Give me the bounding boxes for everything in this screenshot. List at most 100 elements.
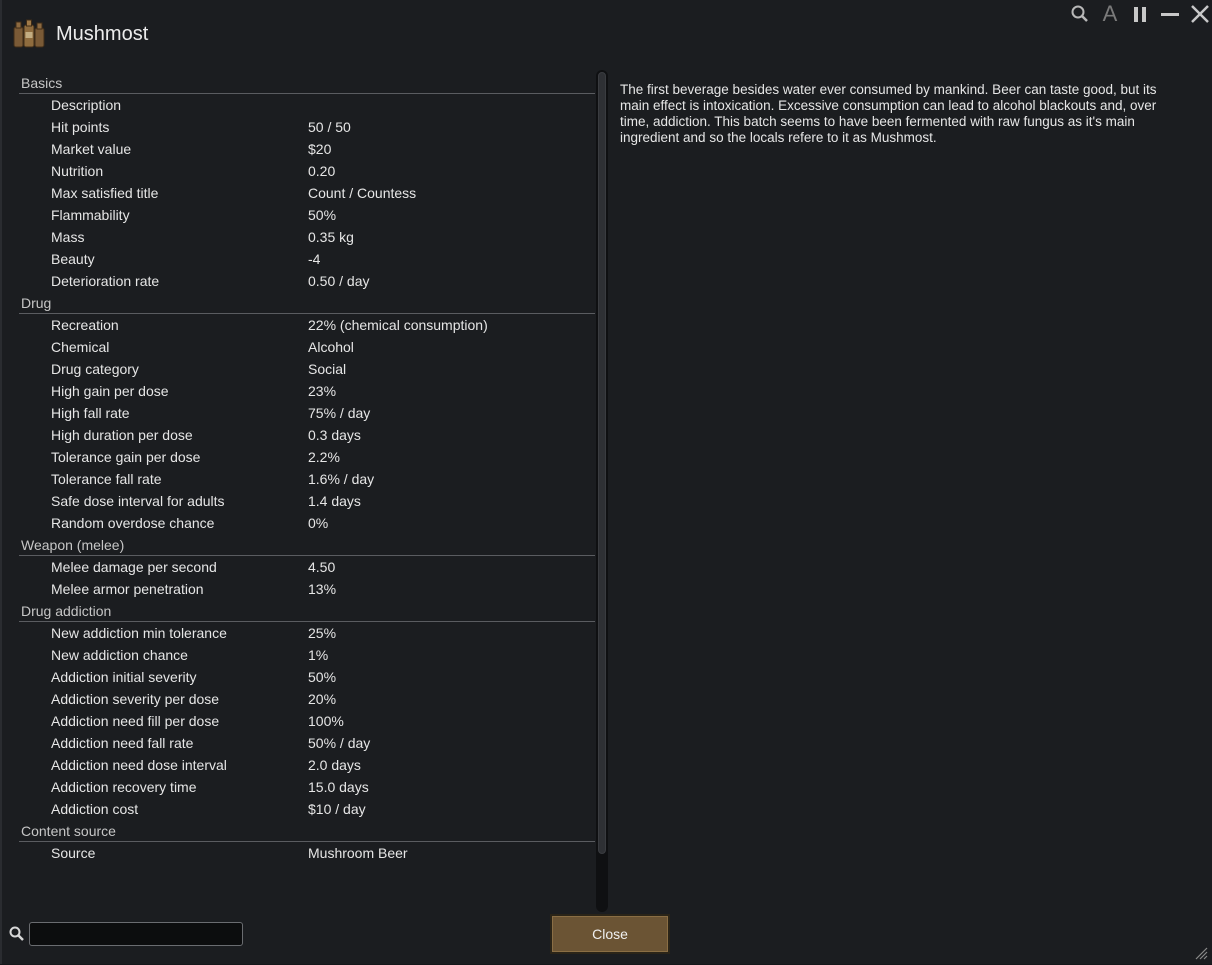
stat-value: 1% xyxy=(308,647,329,663)
stat-row[interactable]: Max satisfied title Count / Countess xyxy=(19,182,595,204)
item-description: The first beverage besides water ever co… xyxy=(620,82,1157,145)
stat-value: 2.2% xyxy=(308,449,340,465)
stat-row[interactable]: New addiction min tolerance 25% xyxy=(19,622,595,644)
search-icon xyxy=(8,925,26,943)
stat-value: Count / Countess xyxy=(308,185,417,201)
stat-row[interactable]: Tolerance fall rate 1.6% / day xyxy=(19,468,595,490)
stat-value: 100% xyxy=(308,713,344,729)
close-icon[interactable] xyxy=(1188,2,1212,26)
stat-row[interactable]: Addiction need fall rate 50% / day xyxy=(19,732,595,754)
stat-row[interactable]: Source Mushroom Beer xyxy=(19,842,595,864)
stat-row[interactable]: Mass 0.35 kg xyxy=(19,226,595,248)
dialog-title: Mushmost xyxy=(56,22,149,45)
resize-grip-icon[interactable] xyxy=(1194,946,1208,960)
stat-label: Mass xyxy=(51,229,85,245)
stat-value: 0.3 days xyxy=(308,427,361,443)
stat-label: Recreation xyxy=(51,317,119,333)
stat-value: 0.50 / day xyxy=(308,273,370,289)
stat-label: Addiction recovery time xyxy=(51,779,197,795)
stat-label: Addiction initial severity xyxy=(51,669,197,685)
stat-row[interactable]: Random overdose chance 0% xyxy=(19,512,595,534)
stat-label: Melee armor penetration xyxy=(51,581,204,597)
stat-row[interactable]: Melee damage per second 4.50 xyxy=(19,556,595,578)
stat-value: 25% xyxy=(308,625,337,641)
stat-label: Addiction need fill per dose xyxy=(51,713,220,729)
section-header: Weapon (melee) xyxy=(19,535,595,556)
stat-value: 0.20 xyxy=(308,163,336,179)
stat-label: Addiction need fall rate xyxy=(51,735,194,751)
stat-row[interactable]: High gain per dose 23% xyxy=(19,380,595,402)
pause-icon[interactable] xyxy=(1128,2,1152,26)
stat-row[interactable]: Addiction cost $10 / day xyxy=(19,798,595,820)
stat-row[interactable]: Drug category Social xyxy=(19,358,595,380)
info-dialog: Mushmost A Basics Description Hit points 50… xyxy=(0,0,1212,964)
stat-label: Max satisfied title xyxy=(51,185,159,201)
stat-row[interactable]: Tolerance gain per dose 2.2% xyxy=(19,446,595,468)
stat-value: 0.35 kg xyxy=(308,229,354,245)
section-header: Drug xyxy=(19,293,595,314)
stat-row[interactable]: Hit points 50 / 50 xyxy=(19,116,595,138)
stat-value: $20 xyxy=(308,141,332,157)
stat-row[interactable]: Safe dose interval for adults 1.4 days xyxy=(19,490,595,512)
stat-row[interactable]: Addiction need fill per dose 100% xyxy=(19,710,595,732)
stat-value: 20% xyxy=(308,691,337,707)
stat-value: 0% xyxy=(308,515,329,531)
stat-label: Description xyxy=(51,97,122,113)
scrollbar-thumb[interactable] xyxy=(598,72,606,854)
search-input[interactable] xyxy=(29,922,243,946)
stat-label: High duration per dose xyxy=(51,427,193,443)
stat-row[interactable]: Beauty -4 xyxy=(19,248,595,270)
stat-row[interactable]: Description xyxy=(19,94,595,116)
stat-value: 1.4 days xyxy=(308,493,361,509)
stat-label: Addiction cost xyxy=(51,801,139,817)
stat-row[interactable]: High duration per dose 0.3 days xyxy=(19,424,595,446)
stat-label: Chemical xyxy=(51,339,110,355)
stat-label: High fall rate xyxy=(51,405,130,421)
search-icon[interactable] xyxy=(1068,2,1092,26)
stat-row[interactable]: Recreation 22% (chemical consumption) xyxy=(19,314,595,336)
dialog-header: Mushmost xyxy=(12,14,148,54)
stat-row[interactable]: Nutrition 0.20 xyxy=(19,160,595,182)
stat-value: 50 / 50 xyxy=(308,119,351,135)
stat-label: New addiction min tolerance xyxy=(51,625,227,641)
close-button[interactable]: Close xyxy=(550,914,670,954)
stat-label: New addiction chance xyxy=(51,647,188,663)
stat-row[interactable]: Melee armor penetration 13% xyxy=(19,578,595,600)
stat-label: Beauty xyxy=(51,251,95,267)
section-header: Content source xyxy=(19,821,595,842)
stat-value: Mushroom Beer xyxy=(308,845,408,861)
stat-label: Hit points xyxy=(51,119,110,135)
stat-row[interactable]: New addiction chance 1% xyxy=(19,644,595,666)
stat-label: Drug category xyxy=(51,361,139,377)
stat-row[interactable]: Addiction severity per dose 20% xyxy=(19,688,595,710)
stat-value: 4.50 xyxy=(308,559,336,575)
stat-value: 50% / day xyxy=(308,735,371,751)
scrollbar[interactable] xyxy=(596,70,608,912)
stat-row[interactable]: Deterioration rate 0.50 / day xyxy=(19,270,595,292)
stat-label: Tolerance fall rate xyxy=(51,471,162,487)
stat-label: Safe dose interval for adults xyxy=(51,493,225,509)
stat-row[interactable]: Chemical Alcohol xyxy=(19,336,595,358)
stat-label: Nutrition xyxy=(51,163,104,179)
stats-list: Basics Description Hit points 50 / 50 Market… xyxy=(19,72,595,864)
stat-row[interactable]: High fall rate 75% / day xyxy=(19,402,595,424)
font-icon[interactable]: A xyxy=(1098,1,1122,26)
stat-value: 50% xyxy=(308,207,337,223)
stat-label: Deterioration rate xyxy=(51,273,160,289)
stat-value: 1.6% / day xyxy=(308,471,375,487)
minimize-icon[interactable] xyxy=(1158,2,1182,26)
stat-row[interactable]: Addiction initial severity 50% xyxy=(19,666,595,688)
stat-value: 50% xyxy=(308,669,337,685)
stat-label: Addiction need dose interval xyxy=(51,757,227,773)
stat-label: High gain per dose xyxy=(51,383,169,399)
stat-value: 22% (chemical consumption) xyxy=(308,317,488,333)
stat-label: Addiction severity per dose xyxy=(51,691,220,707)
stat-row[interactable]: Addiction recovery time 15.0 days xyxy=(19,776,595,798)
stat-label: Random overdose chance xyxy=(51,515,215,531)
stat-value: Social xyxy=(308,361,347,377)
stat-row[interactable]: Flammability 50% xyxy=(19,204,595,226)
stat-row[interactable]: Addiction need dose interval 2.0 days xyxy=(19,754,595,776)
stat-label: Tolerance gain per dose xyxy=(51,449,201,465)
stat-row[interactable]: Market value $20 xyxy=(19,138,595,160)
stat-value: 15.0 days xyxy=(308,779,369,795)
